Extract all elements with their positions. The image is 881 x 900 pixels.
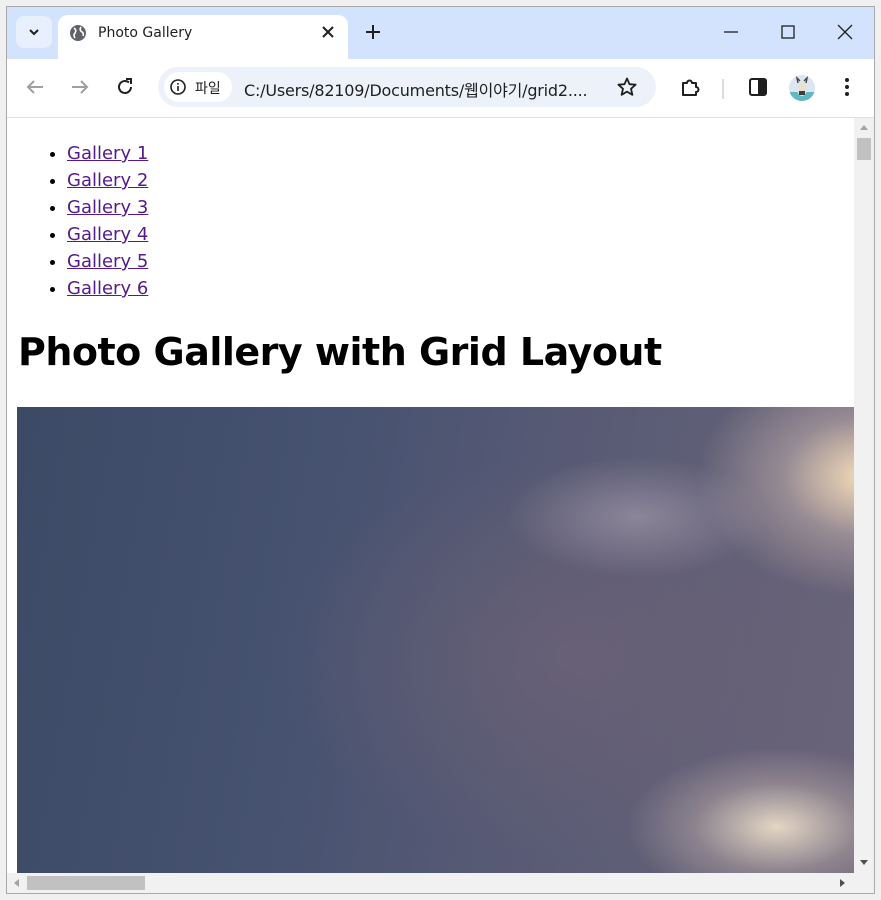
list-item: Gallery 4 xyxy=(67,221,148,248)
tab-title: Photo Gallery xyxy=(98,25,193,41)
gallery-link-6[interactable]: Gallery 6 xyxy=(67,278,148,299)
chevron-down-icon xyxy=(29,29,39,36)
gallery-link-4[interactable]: Gallery 4 xyxy=(67,224,148,245)
close-icon[interactable] xyxy=(318,22,338,42)
puzzle-icon[interactable] xyxy=(678,75,702,99)
side-panel-icon[interactable] xyxy=(746,75,770,99)
plus-icon[interactable] xyxy=(362,21,384,43)
gallery-link-1[interactable]: Gallery 1 xyxy=(67,143,148,164)
site-info-label: 파일 xyxy=(195,81,221,97)
scroll-up-icon[interactable] xyxy=(859,123,869,131)
avatar[interactable] xyxy=(789,75,815,101)
gallery-photo xyxy=(17,407,854,873)
horizontal-scrollbar[interactable] xyxy=(7,873,874,893)
vertical-scroll-thumb[interactable] xyxy=(857,138,871,160)
star-icon[interactable] xyxy=(616,76,638,98)
list-item: Gallery 5 xyxy=(67,248,148,275)
site-info-chip[interactable]: 파일 xyxy=(164,72,232,102)
address-bar[interactable]: 파일 C:/Users/82109/Documents/웹이야기/grid2..… xyxy=(158,67,656,107)
reload-icon[interactable] xyxy=(113,75,137,99)
minimize-icon[interactable] xyxy=(720,21,742,43)
scroll-right-icon[interactable] xyxy=(839,878,847,888)
window-close-icon[interactable] xyxy=(834,21,856,43)
scroll-down-icon[interactable] xyxy=(859,859,869,867)
list-item: Gallery 3 xyxy=(67,194,148,221)
gallery-link-5[interactable]: Gallery 5 xyxy=(67,251,148,272)
arrow-right-icon[interactable] xyxy=(68,75,92,99)
title-bar: Photo Gallery xyxy=(7,7,874,59)
tab-search-button[interactable] xyxy=(16,16,52,48)
toolbar: 파일 C:/Users/82109/Documents/웹이야기/grid2..… xyxy=(7,59,874,118)
page-content: Gallery 1 Gallery 2 Gallery 3 Gallery 4 … xyxy=(7,118,854,873)
scroll-left-icon[interactable] xyxy=(12,878,20,888)
page-title: Photo Gallery with Grid Layout xyxy=(18,330,662,374)
url-text[interactable]: C:/Users/82109/Documents/웹이야기/grid2.... xyxy=(244,77,588,101)
kebab-menu-icon[interactable] xyxy=(835,75,859,99)
toolbar-separator xyxy=(722,79,724,99)
list-item: Gallery 6 xyxy=(67,275,148,302)
maximize-icon[interactable] xyxy=(777,21,799,43)
vertical-scrollbar[interactable] xyxy=(854,118,874,873)
list-item: Gallery 2 xyxy=(67,167,148,194)
gallery-link-2[interactable]: Gallery 2 xyxy=(67,170,148,191)
horizontal-scroll-thumb[interactable] xyxy=(27,876,145,890)
tab-photo-gallery[interactable]: Photo Gallery xyxy=(58,15,348,59)
gallery-link-3[interactable]: Gallery 3 xyxy=(67,197,148,218)
list-item: Gallery 1 xyxy=(67,140,148,167)
globe-icon xyxy=(70,25,86,41)
profile-picture-icon xyxy=(789,75,815,101)
arrow-left-icon[interactable] xyxy=(23,75,47,99)
info-icon xyxy=(170,79,186,95)
gallery-nav-list: Gallery 1 Gallery 2 Gallery 3 Gallery 4 … xyxy=(67,140,148,302)
browser-window: Photo Gallery 파일 C:/Users/82109/Document… xyxy=(6,6,875,894)
